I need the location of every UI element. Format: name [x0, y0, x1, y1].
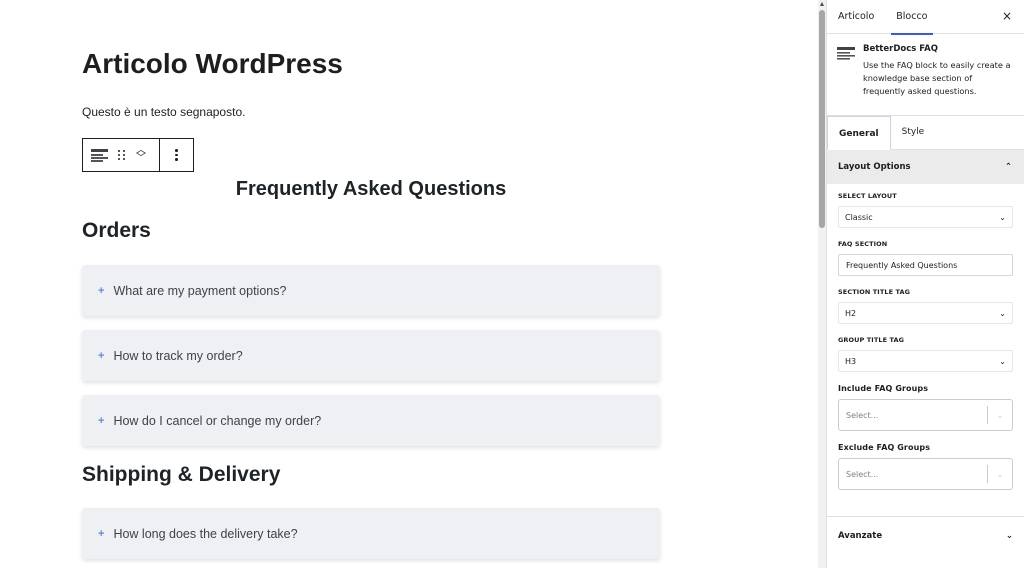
- select-layout-value: Classic: [845, 212, 873, 222]
- editor-canvas: Articolo WordPress Questo è un testo seg…: [0, 0, 818, 568]
- faq-section-title: Frequently Asked Questions: [235, 178, 507, 200]
- editor-scrollbar[interactable]: ▲: [818, 0, 826, 568]
- advanced-panel-header[interactable]: Avanzate ⌄: [827, 516, 1024, 554]
- faq-question: How long does the delivery take?: [113, 526, 298, 541]
- exclude-groups-placeholder: Select...: [846, 469, 879, 479]
- select-layout-dropdown[interactable]: Classic ⌄: [838, 206, 1013, 228]
- block-options-group: [160, 139, 193, 171]
- more-options-icon[interactable]: [175, 149, 178, 161]
- scrollbar-thumb[interactable]: [819, 10, 825, 228]
- include-groups-label: Include FAQ Groups: [838, 384, 929, 393]
- settings-sidebar: Articolo Blocco × BetterDocs FAQ Use the…: [826, 0, 1024, 568]
- include-groups-select[interactable]: Select... ⌄: [838, 399, 1013, 431]
- move-block-controls: ︿ ﹀: [136, 146, 146, 164]
- chevron-up-icon[interactable]: ⌃: [1005, 162, 1012, 172]
- faq-item[interactable]: + What are my payment options?: [82, 265, 660, 316]
- paragraph-block[interactable]: Questo è un testo segnaposto.: [82, 105, 245, 119]
- layout-options-header[interactable]: Layout Options ⌃: [827, 150, 1024, 184]
- post-title[interactable]: Articolo WordPress: [82, 48, 343, 80]
- faq-item[interactable]: + How to track my order?: [82, 330, 660, 381]
- tab-blocco[interactable]: Blocco: [885, 0, 938, 35]
- faq-group-title: Shipping & Delivery: [82, 463, 281, 486]
- chevron-down-icon[interactable]: ⌄: [1006, 531, 1013, 541]
- chevron-down-icon: ⌄: [999, 356, 1006, 366]
- block-description: Use the FAQ block to easily create a kno…: [863, 60, 1011, 96]
- expand-icon: +: [98, 414, 105, 427]
- group-title-tag-dropdown[interactable]: H3 ⌄: [838, 350, 1013, 372]
- block-toolbar: ︿ ﹀: [82, 138, 194, 172]
- block-name: BetterDocs FAQ: [863, 44, 938, 54]
- include-groups-placeholder: Select...: [846, 410, 879, 420]
- expand-icon: +: [98, 284, 105, 297]
- faq-item[interactable]: + How long does the delivery take?: [82, 508, 660, 559]
- exclude-groups-label: Exclude FAQ Groups: [838, 443, 931, 452]
- layout-options-body: SELECT LAYOUT Classic ⌄ FAQ SECTION Freq…: [827, 184, 1024, 490]
- faq-section-label: FAQ SECTION: [838, 240, 888, 248]
- exclude-groups-select[interactable]: Select... ⌄: [838, 458, 1013, 490]
- faq-question: How to track my order?: [113, 348, 243, 363]
- tab-articolo[interactable]: Articolo: [827, 0, 885, 34]
- expand-icon: +: [98, 527, 105, 540]
- block-card: BetterDocs FAQ Use the FAQ block to easi…: [827, 34, 1024, 116]
- advanced-label: Avanzate: [838, 530, 883, 541]
- section-title-tag-dropdown[interactable]: H2 ⌄: [838, 302, 1013, 324]
- move-down-icon[interactable]: ﹀: [136, 154, 146, 164]
- section-title-tag-label: SECTION TITLE TAG: [838, 288, 911, 296]
- drag-handle-icon[interactable]: [118, 150, 126, 160]
- faq-section-input[interactable]: Frequently Asked Questions: [838, 254, 1013, 276]
- faq-item[interactable]: + How do I cancel or change my order?: [82, 395, 660, 446]
- scroll-up-arrow-icon[interactable]: ▲: [818, 1, 826, 9]
- tab-style[interactable]: Style: [891, 115, 936, 149]
- select-layout-label: SELECT LAYOUT: [838, 192, 897, 200]
- expand-icon: +: [98, 349, 105, 362]
- section-title-tag-value: H2: [845, 308, 857, 318]
- settings-tabs: General Style: [827, 116, 1024, 150]
- group-title-tag-value: H3: [845, 356, 857, 366]
- panel-title: Layout Options: [838, 162, 911, 172]
- chevron-down-icon: ⌄: [999, 308, 1006, 318]
- faq-question: What are my payment options?: [113, 283, 287, 298]
- tab-general[interactable]: General: [827, 116, 891, 150]
- close-icon[interactable]: ×: [1002, 9, 1012, 23]
- faq-question: How do I cancel or change my order?: [113, 413, 322, 428]
- chevron-down-icon: ⌄: [999, 212, 1006, 222]
- sidebar-tabs: Articolo Blocco ×: [827, 0, 1024, 35]
- block-toolbar-left: ︿ ﹀: [83, 139, 160, 171]
- faq-block-icon[interactable]: [91, 148, 108, 162]
- chevron-down-icon[interactable]: ⌄: [988, 411, 1012, 420]
- faq-block-icon: [837, 44, 855, 103]
- chevron-down-icon[interactable]: ⌄: [988, 470, 1012, 479]
- faq-group-title: Orders: [82, 219, 151, 242]
- group-title-tag-label: GROUP TITLE TAG: [838, 336, 905, 344]
